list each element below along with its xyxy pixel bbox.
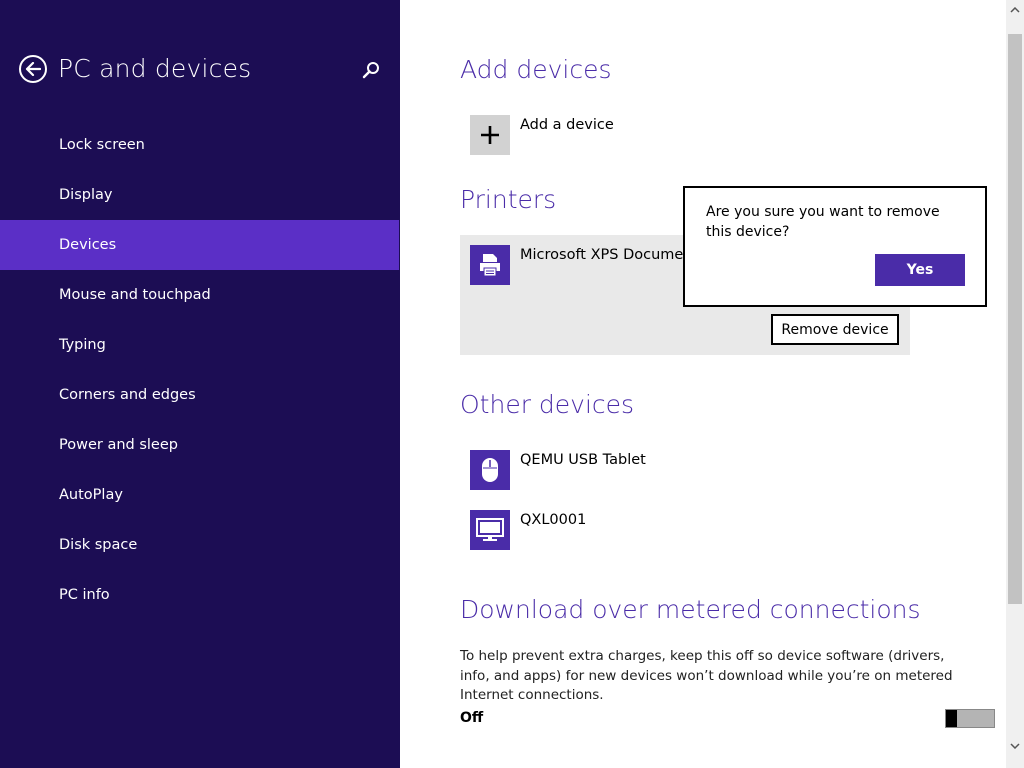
add-devices-heading: Add devices <box>460 55 612 84</box>
sidebar-nav: Lock screen Display Devices Mouse and to… <box>0 120 400 620</box>
metered-toggle-state: Off <box>460 710 484 726</box>
remove-confirm-dialog: Are you sure you want to remove this dev… <box>683 186 987 307</box>
sidebar-item-autoplay[interactable]: AutoPlay <box>0 470 400 520</box>
scrollbar[interactable] <box>1006 0 1024 768</box>
printer-tile <box>470 245 510 285</box>
printer-icon <box>480 254 500 277</box>
metered-description: To help prevent extra charges, keep this… <box>460 648 953 703</box>
toggle-knob <box>946 710 957 727</box>
back-arrow-icon <box>25 62 41 76</box>
chevron-up-icon <box>1010 7 1020 13</box>
search-icon[interactable] <box>361 60 381 80</box>
sidebar-item-devices[interactable]: Devices <box>0 220 399 270</box>
scroll-up-arrow[interactable] <box>1006 2 1024 18</box>
other-devices-heading: Other devices <box>460 390 635 419</box>
yes-button[interactable]: Yes <box>875 254 965 286</box>
chevron-down-icon <box>1010 743 1020 749</box>
add-device-label[interactable]: Add a device <box>520 117 614 133</box>
remove-device-button[interactable]: Remove device <box>771 314 899 345</box>
plus-icon <box>481 126 499 144</box>
sidebar-item-disk-space[interactable]: Disk space <box>0 520 400 570</box>
metered-heading: Download over metered connections <box>460 595 921 624</box>
sidebar-item-pc-info[interactable]: PC info <box>0 570 400 620</box>
sidebar-item-display[interactable]: Display <box>0 170 400 220</box>
dialog-message: Are you sure you want to remove this dev… <box>706 204 940 240</box>
sidebar-item-typing[interactable]: Typing <box>0 320 400 370</box>
printer-name: Microsoft XPS Document <box>520 247 699 263</box>
printers-heading: Printers <box>460 185 557 214</box>
monitor-icon <box>476 518 504 541</box>
qxl0001-label[interactable]: QXL0001 <box>520 512 586 528</box>
scroll-thumb[interactable] <box>1008 34 1022 604</box>
scroll-down-arrow[interactable] <box>1006 738 1024 754</box>
mouse-tile[interactable] <box>470 450 510 490</box>
monitor-tile[interactable] <box>470 510 510 550</box>
sidebar-item-power-and-sleep[interactable]: Power and sleep <box>0 420 400 470</box>
main-content: Add devices Add a device Printers Micros… <box>400 0 1006 768</box>
page-title: PC and devices <box>58 54 252 83</box>
qemu-usb-tablet-label[interactable]: QEMU USB Tablet <box>520 452 646 468</box>
add-device-button[interactable] <box>470 115 510 155</box>
metered-toggle[interactable] <box>945 709 995 728</box>
back-button[interactable] <box>19 55 47 83</box>
sidebar-item-lock-screen[interactable]: Lock screen <box>0 120 400 170</box>
sidebar-item-mouse-and-touchpad[interactable]: Mouse and touchpad <box>0 270 400 320</box>
mouse-icon <box>482 458 498 482</box>
sidebar: PC and devices Lock screen Display Devic… <box>0 0 400 768</box>
sidebar-item-corners-and-edges[interactable]: Corners and edges <box>0 370 400 420</box>
